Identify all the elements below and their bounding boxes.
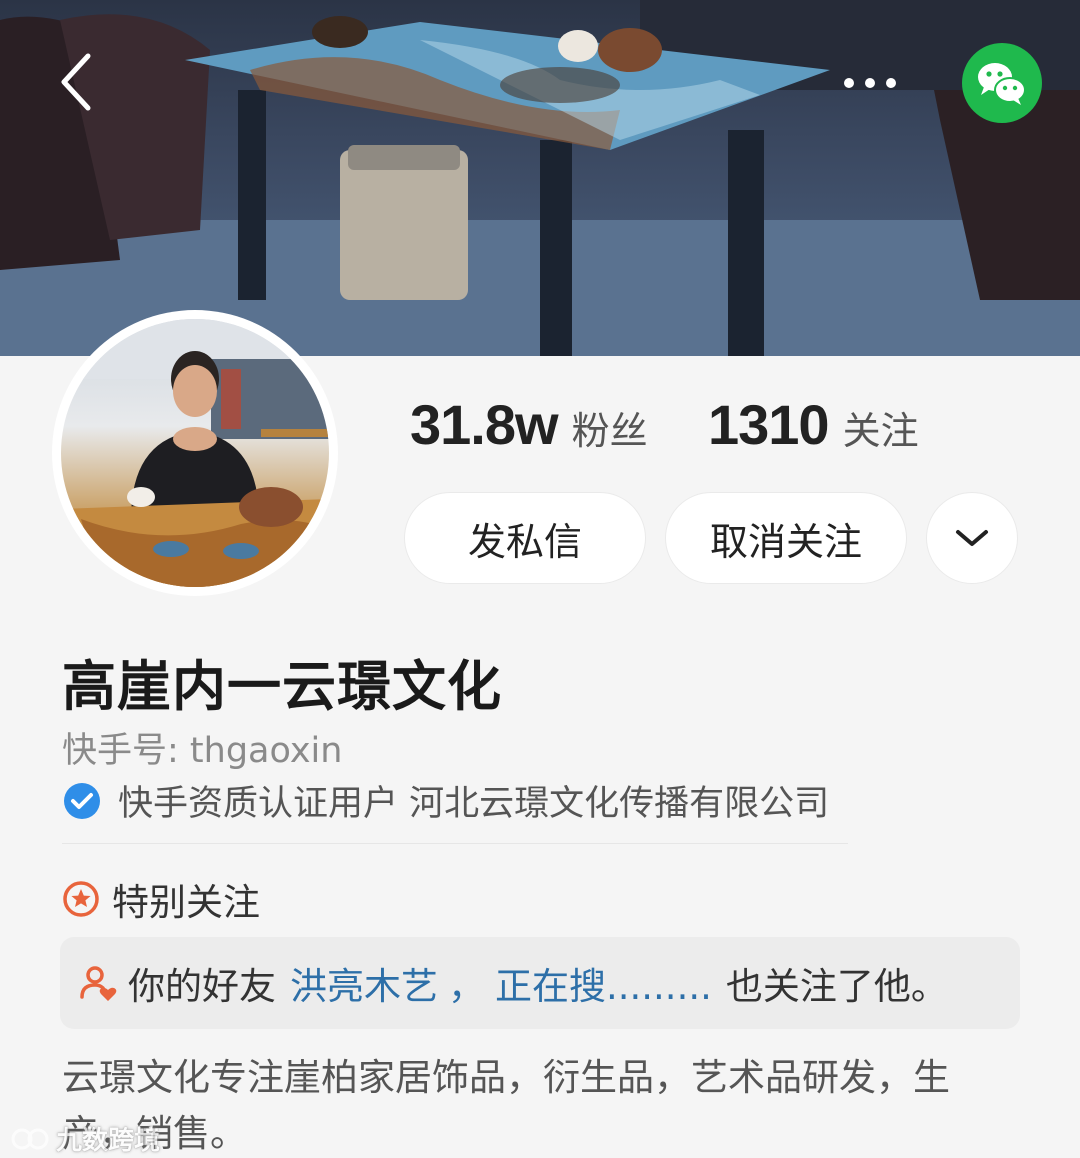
followers-stat[interactable]: 31.8w 粉丝 xyxy=(410,392,648,457)
special-follow-label: 特别关注 xyxy=(112,881,260,924)
dropdown-button[interactable] xyxy=(926,492,1018,584)
watermark-text: 九数跨境 xyxy=(56,1126,161,1156)
verification-row: 快手资质认证用户 河北云璟文化传播有限公司 xyxy=(62,775,829,826)
friend-link-1[interactable]: 洪亮木艺 xyxy=(290,956,438,1010)
send-message-button[interactable]: 发私信 xyxy=(404,492,646,584)
friend-link-2[interactable]: 正在搜......... xyxy=(495,956,712,1010)
star-circle-icon xyxy=(63,881,99,917)
verification-text: 快手资质认证用户 河北云璟文化传播有限公司 xyxy=(118,784,830,824)
wechat-icon xyxy=(978,63,1026,105)
avatar-illustration xyxy=(61,319,329,587)
following-stat[interactable]: 1310 关注 xyxy=(708,392,919,457)
check-badge-icon xyxy=(64,782,100,819)
divider xyxy=(62,843,848,844)
profile-page: 31.8w 粉丝 1310 关注 发私信 取消关注 高崖内一云璟文化 快手号: … xyxy=(0,0,1080,1158)
friends-prefix: 你的好友 xyxy=(128,965,276,1008)
chevron-left-icon xyxy=(61,53,91,111)
following-count: 1310 xyxy=(708,393,830,456)
user-heart-icon xyxy=(80,966,117,1001)
followers-count: 31.8w xyxy=(410,393,559,456)
wechat-share-button[interactable] xyxy=(962,43,1042,123)
back-button[interactable] xyxy=(44,42,114,122)
kuaishou-id: 快手号: thgaoxin xyxy=(62,731,343,771)
followers-label: 粉丝 xyxy=(571,409,648,453)
friends-suffix: 也关注了他。 xyxy=(725,965,948,1008)
bio-text: 云璟文化专注崖柏家居饰品，衍生品，艺术品研发，生产，销售。 xyxy=(62,1056,950,1155)
chevron-down-icon xyxy=(956,530,988,546)
friends-separator: ， xyxy=(448,965,485,1008)
watermark: 九数跨境 xyxy=(10,1120,160,1157)
following-label: 关注 xyxy=(842,409,919,453)
avatar-image xyxy=(61,319,329,587)
profile-name: 高崖内一云璟文化 xyxy=(62,655,502,718)
unfollow-button[interactable]: 取消关注 xyxy=(665,492,907,584)
mutual-friends-banner: 你的好友 洪亮木艺 ， 正在搜......... 也关注了他。 xyxy=(60,937,1020,1029)
watermark-logo-icon xyxy=(11,1128,49,1149)
special-follow-button[interactable]: 特别关注 xyxy=(62,872,260,926)
more-dots-icon[interactable] xyxy=(830,58,910,108)
cover-illustration xyxy=(0,0,1080,356)
avatar[interactable] xyxy=(52,310,338,596)
cover-photo xyxy=(0,0,1080,356)
